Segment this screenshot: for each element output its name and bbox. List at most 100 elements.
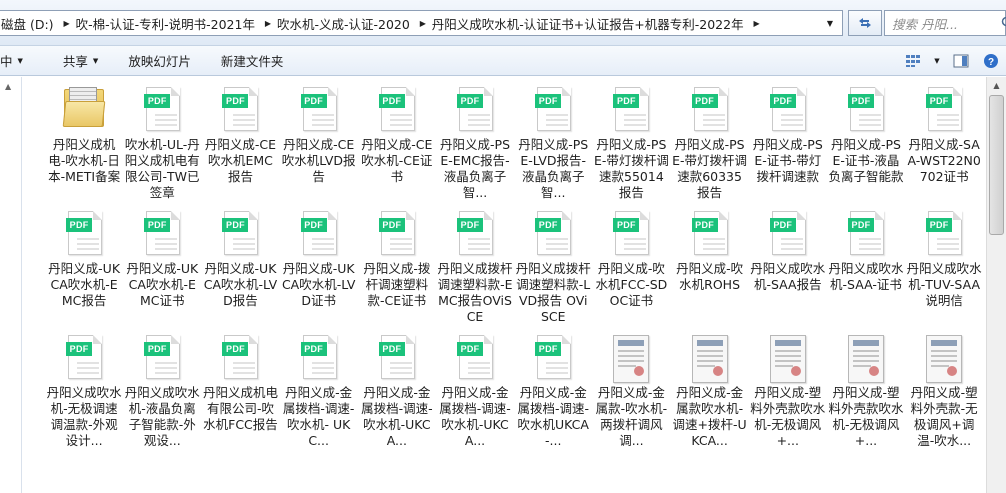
file-item[interactable]: PDF 丹阳义成吹水机-液晶负离子智能款-外观设... xyxy=(123,331,201,455)
file-item[interactable]: 丹阳义成-塑料外壳款吹水机-无极调风+... xyxy=(749,331,827,455)
file-name-label: 丹阳义成-塑料外壳款吹水机-无极调风+... xyxy=(828,385,904,448)
file-icon-container: PDF xyxy=(842,211,890,257)
file-item[interactable]: PDF 丹阳义成拨杆调速塑料款-LVD报告 OViSCE xyxy=(514,207,592,331)
file-item[interactable]: PDF 丹阳义成-UKCA吹水机-EMC报告 xyxy=(45,207,123,331)
pdf-icon: PDF xyxy=(300,87,337,131)
file-item[interactable]: PDF 丹阳义成-PSE-LVD报告-液晶负离子智... xyxy=(514,83,592,207)
file-icon-container: PDF xyxy=(373,211,421,257)
view-grid-icon xyxy=(906,55,920,67)
file-item[interactable]: PDF 丹阳义成-吹水机ROHS xyxy=(671,207,749,331)
share-button[interactable]: 共享 ▼ xyxy=(53,49,108,73)
file-item[interactable]: PDF 丹阳义成-PSE-带灯拨杆调速款55014报告 xyxy=(592,83,670,207)
new-folder-button[interactable]: 新建文件夹 xyxy=(211,49,294,73)
preview-pane-button[interactable] xyxy=(946,49,976,73)
folder-icon xyxy=(62,87,106,129)
navigation-pane[interactable]: ▲ xyxy=(0,77,22,493)
pdf-icon: PDF xyxy=(613,211,650,255)
file-icon-container: PDF xyxy=(920,87,968,133)
organize-button[interactable]: 中 ▼ xyxy=(0,49,33,73)
file-icon-container: PDF xyxy=(764,211,812,257)
file-item[interactable]: 丹阳义成机电-吹水机-日本-METI备案 xyxy=(45,83,123,207)
file-name-label: 丹阳义成-CE吹水机LVD报告 xyxy=(281,137,356,184)
slideshow-button[interactable]: 放映幻灯片 xyxy=(118,49,201,73)
file-icon-container: PDF xyxy=(216,87,264,133)
address-bar[interactable]: 磁盘 (D:) ▶ 吹-棉-认证-专利-说明书-2021年 ▶ 吹水机-义成-认… xyxy=(0,10,843,36)
file-item[interactable]: PDF 丹阳义成拨杆调速塑料款-EMC报告OViSCE xyxy=(436,207,514,331)
image-icon xyxy=(691,335,728,383)
file-item[interactable]: PDF 丹阳义成-金属拨档-调速-吹水机- UKC... xyxy=(280,331,358,455)
file-item[interactable]: PDF 丹阳义成-金属拨档-调速-吹水机-UKCA... xyxy=(436,331,514,455)
file-icon-container: PDF xyxy=(607,211,655,257)
search-input[interactable]: 搜索 丹阳... xyxy=(884,10,1006,36)
pdf-icon: PDF xyxy=(222,211,259,255)
breadcrumb-folder-3[interactable]: 丹阳义成吹水机-认证证书+认证报告+机器专利-2022年 xyxy=(430,14,750,33)
file-name-label: 丹阳义成-金属拨档-调速-吹水机-UKCA... xyxy=(361,385,433,448)
breadcrumb-drive[interactable]: 磁盘 (D:) xyxy=(0,14,60,33)
refresh-button[interactable] xyxy=(848,10,882,36)
image-icon xyxy=(847,335,884,383)
file-name-label: 吹水机-UL-丹阳义成机电有限公司-TW已签章 xyxy=(124,137,200,200)
file-item[interactable]: PDF 丹阳义成-PSE-证书-液晶负离子智能款 xyxy=(827,83,905,207)
file-item[interactable]: PDF 丹阳义成-金属拨档-调速-吹水机-UKCA... xyxy=(358,331,436,455)
view-options-button[interactable] xyxy=(898,49,928,73)
command-toolbar: 中 ▼ 共享 ▼ 放映幻灯片 新建文件夹 ▼ ? xyxy=(0,46,1006,76)
breadcrumb-arrow-icon[interactable]: ▶ xyxy=(261,19,275,28)
file-item[interactable]: PDF 丹阳义成-UKCA吹水机-EMC证书 xyxy=(123,207,201,331)
file-item[interactable]: PDF 丹阳义成-SAA-WST22N0702证书 xyxy=(905,83,983,207)
pdf-icon: PDF xyxy=(691,211,728,255)
file-icon-container: PDF xyxy=(451,211,499,257)
file-grid: 丹阳义成机电-吹水机-日本-METI备案 PDF 吹水机-UL-丹阳义成机电有限公司… xyxy=(45,83,983,455)
file-item[interactable]: 丹阳义成-塑料外壳款-无极调风+调温-吹水... xyxy=(905,331,983,455)
file-icon-container: PDF xyxy=(529,335,577,381)
file-item[interactable]: PDF 丹阳义成吹水机-SAA报告 xyxy=(749,207,827,331)
file-item[interactable]: PDF 丹阳义成-PSE-证书-带灯拨杆调速款 xyxy=(749,83,827,207)
pdf-icon: PDF xyxy=(144,87,181,131)
scroll-up-icon[interactable]: ▲ xyxy=(5,82,11,91)
file-item[interactable]: PDF 丹阳义成-PSE-带灯拨杆调速款60335报告 xyxy=(671,83,749,207)
file-icon-container: PDF xyxy=(920,211,968,257)
pdf-icon: PDF xyxy=(457,335,494,379)
file-icon-container: PDF xyxy=(529,211,577,257)
view-dropdown-button[interactable]: ▼ xyxy=(928,49,946,73)
breadcrumb-arrow-icon[interactable]: ▶ xyxy=(750,19,764,28)
file-item[interactable]: PDF 丹阳义成吹水机-无极调速调温款-外观设计... xyxy=(45,331,123,455)
breadcrumb-folder-1[interactable]: 吹-棉-认证-专利-说明书-2021年 xyxy=(74,14,261,33)
file-item[interactable]: PDF 丹阳义成吹水机-TUV-SAA说明信 xyxy=(905,207,983,331)
breadcrumb-arrow-icon[interactable]: ▶ xyxy=(416,19,430,28)
pdf-icon: PDF xyxy=(847,211,884,255)
scrollbar-thumb[interactable] xyxy=(989,95,1004,235)
file-item[interactable]: 丹阳义成-金属款-吹水机-两拨杆调风调... xyxy=(592,331,670,455)
file-item[interactable]: PDF 丹阳义成-UKCA吹水机-LVD证书 xyxy=(280,207,358,331)
search-icon[interactable] xyxy=(1001,16,1006,30)
pdf-icon: PDF xyxy=(222,87,259,131)
file-item[interactable]: PDF 丹阳义成-UKCA吹水机-LVD报告 xyxy=(201,207,279,331)
file-icon-container: PDF xyxy=(216,335,264,381)
file-icon-container xyxy=(764,335,812,383)
file-item[interactable]: PDF 丹阳义成吹水机-SAA-证书 xyxy=(827,207,905,331)
pdf-icon: PDF xyxy=(535,335,572,379)
file-item[interactable]: PDF 丹阳义成机电有限公司-吹水机FCC报告 xyxy=(201,331,279,455)
file-item[interactable]: 丹阳义成-塑料外壳款吹水机-无极调风+... xyxy=(827,331,905,455)
file-item[interactable]: PDF 丹阳义成-CE吹水机LVD报告 xyxy=(280,83,358,207)
file-item[interactable]: PDF 丹阳义成-CE吹水机-CE证书 xyxy=(358,83,436,207)
breadcrumb-arrow-icon[interactable]: ▶ xyxy=(60,19,74,28)
pdf-icon: PDF xyxy=(66,335,103,379)
vertical-scrollbar[interactable]: ▲ xyxy=(986,77,1006,493)
file-item[interactable]: PDF 丹阳义成-吹水机FCC-SDOC证书 xyxy=(592,207,670,331)
file-item[interactable]: PDF 吹水机-UL-丹阳义成机电有限公司-TW已签章 xyxy=(123,83,201,207)
address-row: 磁盘 (D:) ▶ 吹-棉-认证-专利-说明书-2021年 ▶ 吹水机-义成-认… xyxy=(0,0,1006,46)
file-item[interactable]: 丹阳义成-金属款吹水机-调速+拨杆-UKCA... xyxy=(671,331,749,455)
breadcrumb-folder-2[interactable]: 吹水机-义成-认证-2020 xyxy=(275,14,416,33)
file-name-label: 丹阳义成-吹水机FCC-SDOC证书 xyxy=(595,261,668,308)
file-item[interactable]: PDF 丹阳义成-CE吹水机EMC报告 xyxy=(201,83,279,207)
file-icon-container: PDF xyxy=(529,87,577,133)
file-item[interactable]: PDF 丹阳义成-拨杆调速塑料款-CE证书 xyxy=(358,207,436,331)
address-dropdown-icon[interactable]: ▼ xyxy=(820,11,840,35)
file-item[interactable]: PDF 丹阳义成-PSE-EMC报告-液晶负离子智... xyxy=(436,83,514,207)
file-item[interactable]: PDF 丹阳义成-金属拨档-调速-吹水机UKCA-... xyxy=(514,331,592,455)
file-icon-container: PDF xyxy=(842,87,890,133)
scroll-up-icon[interactable]: ▲ xyxy=(987,81,1006,90)
help-button[interactable]: ? xyxy=(976,49,1006,73)
file-list-view[interactable]: 丹阳义成机电-吹水机-日本-METI备案 PDF 吹水机-UL-丹阳义成机电有限公司… xyxy=(23,77,986,493)
file-icon-container: PDF xyxy=(295,335,343,381)
